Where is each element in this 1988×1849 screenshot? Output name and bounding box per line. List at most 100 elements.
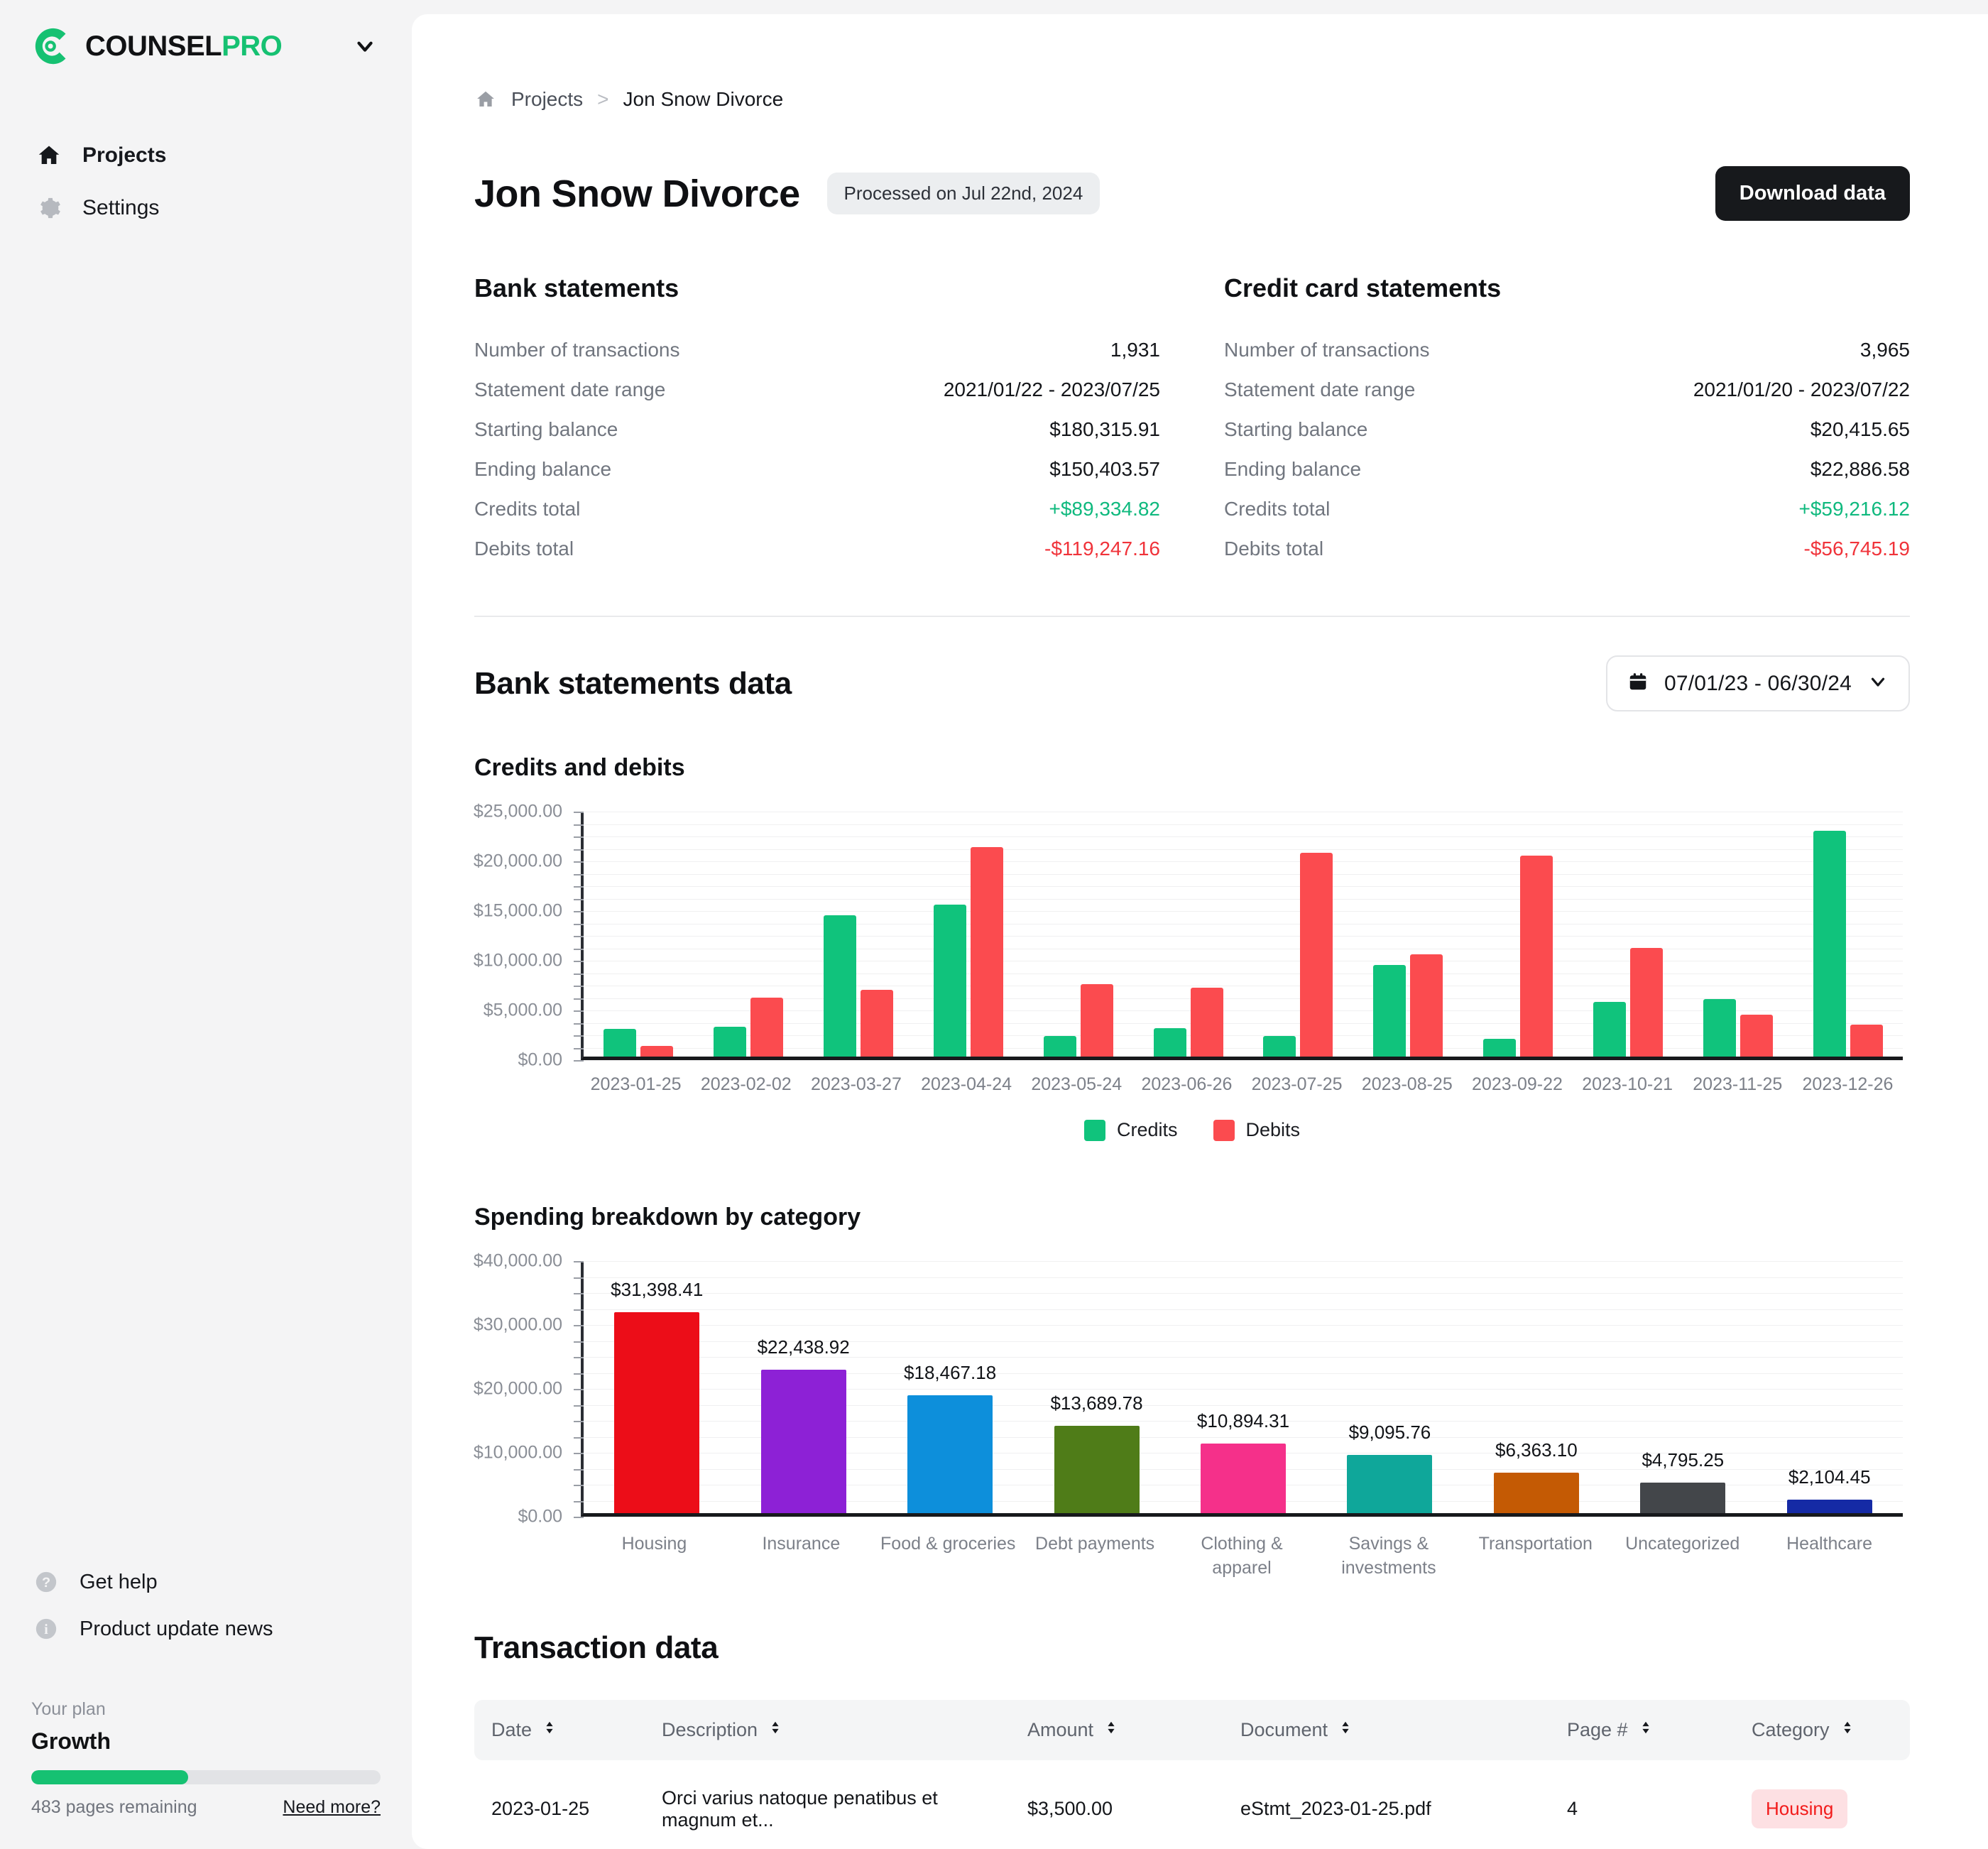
sidebar-item-projects[interactable]: Projects <box>31 133 381 178</box>
bar-category[interactable]: $4,795.25 <box>1640 1449 1726 1513</box>
stat-key: Credits total <box>1224 498 1331 520</box>
bar-value-label: $2,104.45 <box>1788 1466 1871 1488</box>
sidebar-item-settings[interactable]: Settings <box>31 186 381 230</box>
bar-credits[interactable] <box>1813 831 1846 1057</box>
info-circle-icon: i <box>31 1614 61 1644</box>
bank-statements-rows: Number of transactions 1,931 Statement dat… <box>474 330 1160 569</box>
bar-category[interactable]: $10,894.31 <box>1197 1410 1289 1513</box>
bar-credits[interactable] <box>1043 1035 1076 1057</box>
bar-debits[interactable] <box>1520 856 1553 1057</box>
bar-category[interactable]: $22,438.92 <box>758 1336 850 1513</box>
question-circle-icon: ? <box>31 1567 61 1597</box>
credits-debits-x-axis: 2023-01-25 2023-02-02 2023-03-27 2023-04-24… <box>581 1074 1903 1095</box>
spending-breakdown-x-axis: Housing Insurance Food & groceries Debt pay… <box>581 1532 1903 1581</box>
bar-group <box>1023 812 1133 1057</box>
stat-value: $20,415.65 <box>1810 418 1910 440</box>
column-header-inner: Category <box>1752 1718 1910 1742</box>
column-header-date[interactable]: Date <box>474 1700 645 1760</box>
bar-debits[interactable] <box>1629 948 1663 1057</box>
sort-icon[interactable] <box>542 1718 557 1742</box>
date-range-picker[interactable]: 07/01/23 - 06/30/24 <box>1605 655 1910 711</box>
bar-debits[interactable] <box>1300 853 1333 1057</box>
app-root: COUNSELPRO Projects Settings ? Get help … <box>0 0 1988 1849</box>
stat-key: Number of transactions <box>1224 339 1430 361</box>
bar-credits[interactable] <box>1153 1028 1186 1057</box>
bar-credits[interactable] <box>1703 998 1736 1057</box>
column-header-amount[interactable]: Amount <box>1010 1700 1223 1760</box>
y-tick <box>574 1047 584 1049</box>
legend-item-debits[interactable]: Debits <box>1213 1119 1300 1141</box>
sort-icon[interactable] <box>768 1718 783 1742</box>
bar-category[interactable]: $2,104.45 <box>1786 1466 1872 1513</box>
bar-debits[interactable] <box>750 998 784 1057</box>
bar-category[interactable]: $18,467.18 <box>904 1362 996 1513</box>
bar-credits[interactable] <box>714 1027 747 1057</box>
stat-row: Ending balance $22,886.58 <box>1224 449 1910 489</box>
y-tick <box>574 1293 584 1294</box>
y-tick <box>574 923 584 925</box>
bar-debits[interactable] <box>970 846 1003 1057</box>
bar-credits[interactable] <box>824 915 857 1057</box>
breadcrumb-home-icon[interactable] <box>474 88 497 111</box>
bar-group <box>1133 812 1243 1057</box>
bar-group: $2,104.45 <box>1757 1261 1903 1513</box>
bar-debits[interactable] <box>1080 983 1113 1057</box>
column-header-document[interactable]: Document <box>1223 1700 1550 1760</box>
credits-debits-legend: Credits Debits <box>474 1119 1910 1141</box>
need-more-link[interactable]: Need more? <box>283 1797 381 1818</box>
x-tick-label: 2023-12-26 <box>1802 1074 1894 1094</box>
bar-group: $4,795.25 <box>1610 1261 1756 1513</box>
sidebar-item-get-help[interactable]: ? Get help <box>31 1567 381 1597</box>
column-header-label: Page # <box>1566 1718 1628 1740</box>
y-tick <box>574 873 584 876</box>
bar-credits[interactable] <box>1483 1038 1517 1057</box>
bar-credits[interactable] <box>933 904 966 1057</box>
bar-group <box>1683 812 1793 1057</box>
statements-summary: Bank statements Number of transactions 1,… <box>474 273 1910 569</box>
spending-breakdown-chart-title: Spending breakdown by category <box>474 1204 861 1231</box>
bar-debits[interactable] <box>1190 987 1223 1057</box>
sort-icon[interactable] <box>1840 1718 1855 1742</box>
y-tick <box>574 849 584 851</box>
sort-icon[interactable] <box>1338 1718 1353 1742</box>
column-header-page[interactable]: Page # <box>1550 1700 1735 1760</box>
bar-debits[interactable] <box>861 990 894 1057</box>
bar-credits[interactable] <box>1373 965 1407 1057</box>
cell-date: 2023-01-25 <box>474 1760 645 1849</box>
download-data-button[interactable]: Download data <box>1715 166 1910 221</box>
sort-icon[interactable] <box>1638 1718 1654 1742</box>
bar-debits[interactable] <box>1740 1014 1773 1057</box>
workspace-chevron-down-icon[interactable] <box>349 31 381 62</box>
bar-category[interactable]: $13,689.78 <box>1050 1392 1143 1513</box>
bar-value-label: $10,894.31 <box>1196 1409 1290 1431</box>
column-header-description[interactable]: Description <box>645 1700 1010 1760</box>
bar-debits[interactable] <box>1850 1025 1883 1057</box>
y-tick <box>574 1373 584 1375</box>
transaction-table-body: 2023-01-25 Orci varius natoque penatibus … <box>474 1760 1910 1849</box>
y-tick-label: $5,000.00 <box>483 1000 562 1020</box>
transaction-table: Date Description Amount Document Page # Categ… <box>474 1699 1910 1849</box>
sort-icon[interactable] <box>1103 1718 1119 1742</box>
bar-debits[interactable] <box>640 1046 674 1057</box>
date-range-value: 07/01/23 - 06/30/24 <box>1664 671 1852 695</box>
column-header-category[interactable]: Category <box>1735 1700 1910 1760</box>
breadcrumb-projects-link[interactable]: Projects <box>511 88 583 111</box>
stat-key: Debits total <box>1224 538 1324 560</box>
bar-category[interactable]: $9,095.76 <box>1347 1422 1433 1513</box>
bar-debits[interactable] <box>1410 954 1443 1057</box>
y-tick <box>574 998 584 1000</box>
spending-breakdown-plot-area: $31,398.41 $22,438.92 $18,467.18 $13,689.78… <box>574 1261 1903 1518</box>
bar-credits[interactable] <box>604 1028 637 1057</box>
sidebar-item-projects-label: Projects <box>82 143 167 167</box>
table-row[interactable]: 2023-01-25 Orci varius natoque penatibus … <box>474 1760 1910 1849</box>
bar-category[interactable]: $6,363.10 <box>1493 1439 1579 1513</box>
sidebar-item-product-update-news[interactable]: i Product update news <box>31 1614 381 1644</box>
column-header-inner: Description <box>662 1718 1010 1742</box>
legend-item-credits[interactable]: Credits <box>1083 1119 1178 1141</box>
x-tick-label: 2023-04-24 <box>921 1074 1012 1094</box>
bar-category[interactable]: $31,398.41 <box>611 1279 703 1513</box>
credit-card-statements-summary: Credit card statements Number of transac… <box>1224 273 1910 569</box>
bar-credits[interactable] <box>1593 1002 1626 1057</box>
bar-credits[interactable] <box>1263 1035 1296 1057</box>
transaction-data-section: Transaction data Date Description Amount Do… <box>474 1630 1910 1849</box>
